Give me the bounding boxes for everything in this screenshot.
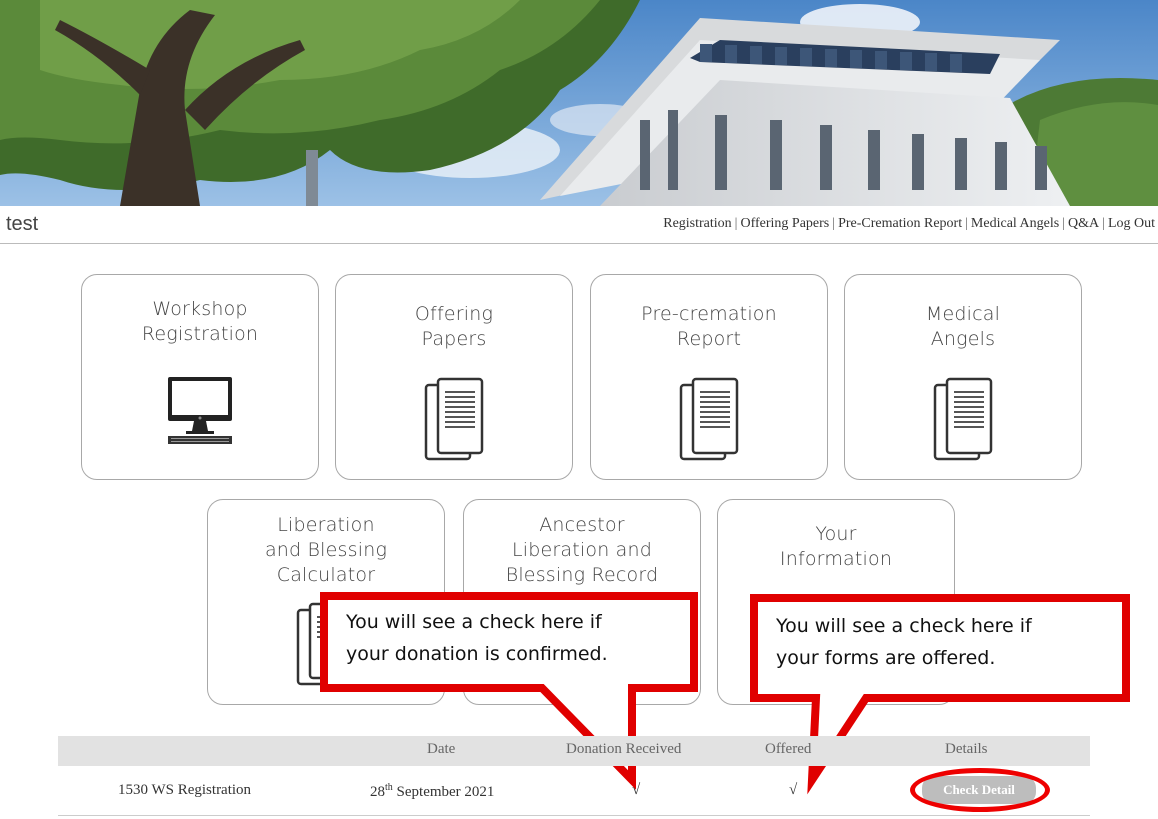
- column-header-date: Date: [427, 741, 456, 757]
- nav-separator: |: [832, 216, 836, 231]
- tile-label: Workshop Registration: [141, 298, 259, 345]
- offered-check-mark: √: [789, 782, 798, 798]
- date-suffix: th: [385, 782, 393, 793]
- nav-qa[interactable]: Q&A: [1068, 216, 1099, 231]
- callout-offered-text: You will see a check here if your forms …: [776, 615, 1032, 669]
- tile-label: Pre-cremation Report: [641, 303, 777, 350]
- tile-label: Your Information: [779, 523, 893, 570]
- nav-offering-papers[interactable]: Offering Papers: [740, 216, 829, 231]
- table-bottom-rule: [58, 815, 1090, 816]
- nav-separator: |: [734, 216, 738, 231]
- tile-workshop-registration[interactable]: Workshop Registration: [81, 274, 319, 480]
- callout-donation: You will see a check here if your donati…: [320, 592, 700, 812]
- tile-label: Offering Papers: [414, 303, 494, 350]
- row-registration-name: 1530 WS Registration: [118, 782, 252, 798]
- nav-separator: |: [965, 216, 968, 231]
- tile-medical-angels[interactable]: Medical Angels: [844, 274, 1082, 480]
- callout-donation-text: You will see a check here if your donati…: [346, 611, 608, 665]
- tile-pre-cremation-report[interactable]: Pre-cremation Report: [590, 274, 828, 480]
- date-rest: September 2021: [392, 784, 495, 800]
- nav-separator: |: [1102, 216, 1105, 231]
- nav-separator: |: [1062, 216, 1065, 231]
- nav-medical-angels[interactable]: Medical Angels: [971, 216, 1059, 231]
- column-header-details: Details: [945, 741, 988, 757]
- check-detail-button[interactable]: Check Detail: [922, 776, 1036, 804]
- header-banner-image: [0, 0, 1158, 206]
- top-navigation: Registration | Offering Papers | Pre-Cremati…: [663, 216, 1155, 232]
- date-day: 28: [370, 784, 385, 800]
- header-divider: [0, 243, 1158, 244]
- computer-icon: [168, 377, 232, 444]
- nav-log-out[interactable]: Log Out: [1108, 216, 1155, 231]
- user-name: test: [6, 213, 39, 235]
- documents-icon: [933, 377, 993, 461]
- column-header-donation-visible: Donation Received: [566, 741, 682, 757]
- nav-registration[interactable]: Registration: [663, 216, 731, 231]
- column-header-offered: Offered: [765, 741, 812, 757]
- tile-label: Ancestor Liberation and Blessing Record: [505, 514, 659, 586]
- donation-check-mark: √: [632, 782, 641, 798]
- documents-icon: [424, 377, 484, 461]
- tile-label: Medical Angels: [925, 303, 1001, 350]
- nav-pre-cremation-report[interactable]: Pre-Cremation Report: [838, 216, 962, 231]
- documents-icon: [679, 377, 739, 461]
- tile-offering-papers[interactable]: Offering Papers: [335, 274, 573, 480]
- row-date: 28th September 2021: [370, 782, 494, 801]
- tile-label: Liberation and Blessing Calculator: [264, 514, 388, 586]
